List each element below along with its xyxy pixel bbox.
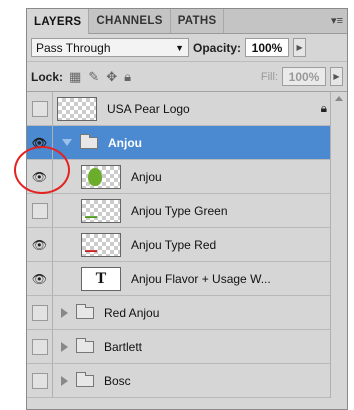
layer-thumbnail xyxy=(81,164,121,189)
layer-group-row[interactable]: Bartlett xyxy=(27,330,347,364)
layer-thumbnail: ▬▬ xyxy=(81,198,121,223)
layer-thumbnail: ▬▬ xyxy=(81,232,121,257)
layer-name: Bartlett xyxy=(104,339,143,354)
blend-mode-value: Pass Through xyxy=(36,40,111,55)
tab-layers[interactable]: LAYERS xyxy=(27,9,90,34)
visibility-toggle[interactable] xyxy=(27,194,53,227)
layer-row[interactable]: USA Pear Logo 🔒︎ xyxy=(27,92,347,126)
layer-thumbnail xyxy=(57,96,97,121)
lock-icons: ▦ ✎ ✥ 🔒︎ xyxy=(69,69,131,85)
layer-name: Anjou Type Green xyxy=(131,203,228,218)
visibility-off-box xyxy=(31,338,48,355)
tab-channels[interactable]: CHANNELS xyxy=(89,9,171,33)
triangle-down-icon[interactable] xyxy=(62,139,72,146)
annotation-circle xyxy=(14,146,70,194)
opacity-slider-toggle[interactable]: ▶ xyxy=(293,38,307,57)
fill-slider-toggle[interactable]: ▶ xyxy=(330,67,343,86)
layer-name: Anjou Type Red xyxy=(131,237,217,252)
lock-row: Lock: ▦ ✎ ✥ 🔒︎ Fill: 100% ▶ xyxy=(27,62,347,92)
lock-pixels-icon[interactable]: ✎ xyxy=(88,69,99,85)
fill-field[interactable]: 100% xyxy=(282,67,326,86)
layer-row[interactable]: 👁︎ Anjou xyxy=(27,160,347,194)
visibility-toggle[interactable] xyxy=(27,296,53,329)
layer-row[interactable]: 👁︎ T Anjou Flavor + Usage W... xyxy=(27,262,347,296)
scroll-up-icon[interactable] xyxy=(335,96,343,101)
lock-transparency-icon[interactable]: ▦ xyxy=(69,69,81,85)
chevron-down-icon: ▼ xyxy=(175,42,184,53)
eye-icon[interactable]: 👁︎ xyxy=(27,228,53,261)
lock-label: Lock: xyxy=(31,69,64,84)
layer-name: Red Anjou xyxy=(104,305,160,320)
panel-menu-icon[interactable]: ▾≡ xyxy=(331,14,343,27)
blend-row: Pass Through ▼ Opacity: 100% ▶ xyxy=(27,34,347,62)
layers-panel: LAYERS CHANNELS PATHS ▾≡ Pass Through ▼ … xyxy=(26,8,348,410)
scrollbar[interactable] xyxy=(330,92,347,398)
layers-list: USA Pear Logo 🔒︎ 👁︎ Anjou 👁︎ Anjou ▬▬ An… xyxy=(27,92,347,398)
layer-row[interactable]: 👁︎ ▬▬ Anjou Type Red xyxy=(27,228,347,262)
layer-name: USA Pear Logo xyxy=(107,101,190,116)
eye-icon[interactable]: 👁︎ xyxy=(27,262,53,295)
folder-icon xyxy=(76,371,94,387)
triangle-right-icon[interactable] xyxy=(61,375,68,386)
layer-group-row[interactable]: Bosc xyxy=(27,364,347,398)
triangle-right-icon[interactable] xyxy=(61,341,68,352)
visibility-toggle[interactable] xyxy=(27,330,53,363)
layer-row[interactable]: ▬▬ Anjou Type Green xyxy=(27,194,347,228)
green-type-mark: ▬▬ xyxy=(85,213,97,220)
pear-icon xyxy=(88,167,102,186)
fill-group: Fill: 100% ▶ xyxy=(261,67,343,86)
text-layer-icon: T xyxy=(81,266,121,291)
lock-position-icon[interactable]: ✥ xyxy=(106,69,117,85)
layer-name: Anjou xyxy=(131,169,162,184)
layer-name: Anjou Flavor + Usage W... xyxy=(131,271,271,286)
opacity-field[interactable]: 100% xyxy=(245,38,290,57)
tab-paths[interactable]: PATHS xyxy=(171,9,225,33)
folder-icon xyxy=(80,133,98,149)
folder-icon xyxy=(76,303,94,319)
visibility-toggle[interactable] xyxy=(27,364,53,397)
panel-tabs: LAYERS CHANNELS PATHS ▾≡ xyxy=(27,9,347,34)
blend-mode-select[interactable]: Pass Through ▼ xyxy=(31,38,189,57)
triangle-right-icon[interactable] xyxy=(61,307,68,318)
fill-label: Fill: xyxy=(260,70,278,83)
red-type-mark: ▬▬ xyxy=(85,247,97,254)
visibility-off-box xyxy=(31,372,48,389)
visibility-toggle[interactable] xyxy=(27,92,53,125)
layer-name: Bosc xyxy=(104,373,131,388)
visibility-off-box xyxy=(31,202,48,219)
layer-group-row[interactable]: 👁︎ Anjou xyxy=(27,126,347,160)
lock-all-icon[interactable]: 🔒︎ xyxy=(124,69,131,85)
layer-name: Anjou xyxy=(108,135,142,150)
visibility-off-box xyxy=(31,100,48,117)
folder-icon xyxy=(76,337,94,353)
opacity-label: Opacity: xyxy=(193,40,242,55)
lock-icon: 🔒︎ xyxy=(320,101,327,115)
visibility-off-box xyxy=(31,304,48,321)
layer-group-row[interactable]: Red Anjou xyxy=(27,296,347,330)
